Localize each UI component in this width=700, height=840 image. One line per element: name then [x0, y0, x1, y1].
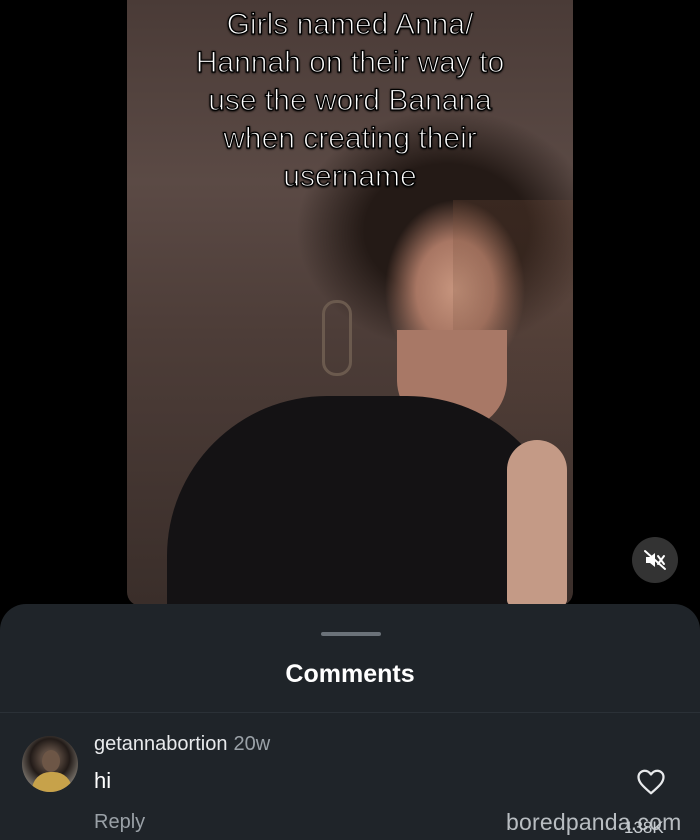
avatar-face	[42, 750, 60, 772]
divider	[0, 712, 700, 713]
heart-outline-icon[interactable]	[636, 768, 666, 796]
avatar[interactable]	[22, 736, 78, 792]
speaker-muted-icon	[644, 550, 666, 570]
mute-button[interactable]	[632, 537, 678, 583]
video-player[interactable]: Girls named Anna/ Hannah on their way to…	[127, 0, 573, 606]
wall-frame	[322, 300, 352, 376]
reply-button[interactable]: Reply	[94, 811, 145, 834]
video-caption: Girls named Anna/ Hannah on their way to…	[195, 7, 505, 193]
comments-sheet: Comments getannabortion 20w hi Reply 138K…	[0, 604, 700, 840]
avatar-body	[32, 772, 72, 792]
person-hand	[507, 440, 567, 606]
comment-item: getannabortion 20w hi Reply 138K boredpan…	[0, 730, 700, 840]
comment-time: 20w	[233, 733, 271, 755]
sheet-drag-handle[interactable]	[321, 632, 381, 636]
comment-text: hi	[94, 768, 112, 793]
comment-username-row: getannabortion 20w	[94, 733, 270, 756]
watermark: boredpanda.com	[506, 809, 682, 835]
comment-username[interactable]: getannabortion	[94, 733, 227, 755]
comments-title: Comments	[285, 660, 415, 688]
